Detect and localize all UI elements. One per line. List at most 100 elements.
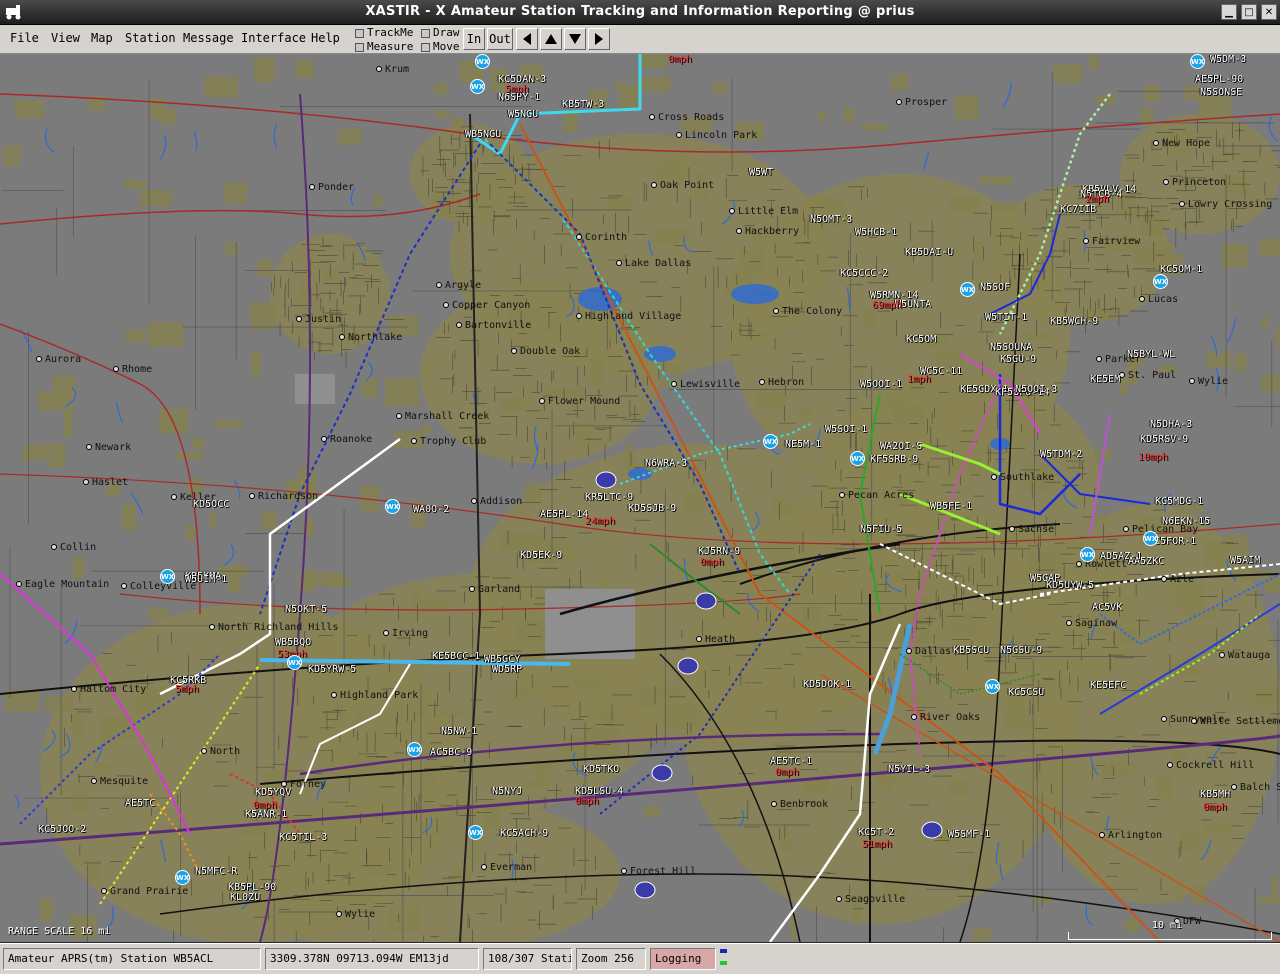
speed-label[interactable]: 0mph — [775, 767, 799, 778]
station-label[interactable]: W5NGU — [508, 109, 538, 120]
pan-down-button[interactable] — [564, 28, 586, 50]
weather-station-icon[interactable]: WX — [470, 79, 485, 94]
speed-label[interactable]: 0mph — [700, 557, 724, 568]
town-label[interactable]: Collin — [60, 542, 96, 553]
station-label[interactable]: KD5TKO — [583, 764, 619, 775]
station-label[interactable]: N5OKT-5 — [285, 604, 327, 615]
station-label[interactable]: W5OOI-1 — [860, 379, 902, 390]
station-label[interactable]: WB5GCY — [484, 654, 520, 665]
speed-label[interactable]: 51mph — [862, 839, 892, 850]
station-label[interactable]: KC5TIL-3 — [279, 832, 327, 843]
station-label[interactable]: N6WRA-3 — [645, 458, 687, 469]
station-label[interactable]: N5MFC-R — [195, 866, 237, 877]
close-button[interactable]: ✕ — [1261, 4, 1277, 20]
town-label[interactable]: Eagle Mountain — [25, 579, 109, 590]
speed-label[interactable]: 5mph — [175, 684, 199, 695]
minimize-button[interactable]: ▁ — [1221, 4, 1237, 20]
weather-station-icon[interactable]: WX — [385, 499, 400, 514]
town-label[interactable]: Justin — [305, 314, 341, 325]
station-label[interactable]: KE5EFC — [1090, 680, 1126, 691]
maximize-button[interactable]: □ — [1241, 4, 1257, 20]
weather-station-icon[interactable]: WX — [160, 569, 175, 584]
station-label[interactable]: KD5DOK-1 — [803, 679, 851, 690]
station-label[interactable]: W5WT — [749, 167, 773, 178]
speed-label[interactable]: 24mph — [585, 516, 615, 527]
move-checkbox[interactable] — [421, 42, 430, 52]
town-label[interactable]: The Colony — [782, 306, 842, 317]
station-label[interactable]: KB5MH — [1200, 789, 1230, 800]
station-label[interactable]: KD5EK-9 — [520, 550, 562, 561]
weather-station-icon[interactable]: WX — [850, 451, 865, 466]
town-label[interactable]: Saginaw — [1075, 618, 1117, 629]
station-label[interactable]: N5DHA-3 — [1150, 419, 1192, 430]
weather-station-icon[interactable]: WX — [960, 282, 975, 297]
town-label[interactable]: Lucas — [1148, 294, 1178, 305]
pan-left-button[interactable] — [516, 28, 538, 50]
town-label[interactable]: Cross Roads — [658, 112, 724, 123]
station-label[interactable]: KF5SRB-9 — [870, 454, 918, 465]
station-label[interactable]: KC5JOO-2 — [38, 824, 86, 835]
town-label[interactable]: Hackberry — [745, 226, 799, 237]
town-label[interactable]: Forest Hill — [630, 866, 696, 877]
menu-message[interactable]: Message — [183, 31, 234, 45]
weather-station-icon[interactable]: WX — [1080, 547, 1095, 562]
town-label[interactable]: Highland Park — [340, 690, 418, 701]
station-label[interactable]: W5UIM-1 — [185, 574, 227, 585]
town-label[interactable]: Lowry Crossing — [1188, 199, 1272, 210]
station-label[interactable]: WB5FE-1 — [930, 501, 972, 512]
town-label[interactable]: White Settlement — [1200, 716, 1280, 727]
town-label[interactable]: Flower Mound — [548, 396, 620, 407]
town-label[interactable]: Corinth — [585, 232, 627, 243]
station-label[interactable]: KB5TW-3 — [562, 99, 604, 110]
trackme-checkbox[interactable] — [355, 28, 364, 38]
move-toggle[interactable]: Move — [421, 40, 460, 53]
station-label[interactable]: N5OMT-3 — [810, 214, 852, 225]
station-label[interactable]: AE5TC-1 — [770, 756, 812, 767]
town-label[interactable]: Lincoln Park — [685, 130, 757, 141]
weather-station-icon[interactable]: WX — [287, 655, 302, 670]
town-label[interactable]: Richardson — [258, 491, 318, 502]
town-label[interactable]: Little Elm — [738, 206, 798, 217]
station-label[interactable]: W5HCB-1 — [855, 227, 897, 238]
station-label[interactable]: KC5OM — [906, 334, 936, 345]
town-label[interactable]: Everman — [490, 862, 532, 873]
station-label[interactable]: W5TIT-1 — [985, 312, 1027, 323]
station-label[interactable]: N5SOF — [980, 282, 1010, 293]
station-label[interactable]: KB5SCU — [953, 645, 989, 656]
weather-station-icon[interactable]: WX — [1153, 274, 1168, 289]
zoom-in-button[interactable]: In — [463, 28, 485, 50]
town-label[interactable]: Benbrook — [780, 799, 828, 810]
station-label[interactable]: N6EKN-15 — [1162, 516, 1210, 527]
speed-label[interactable]: 0mph — [575, 796, 599, 807]
station-label[interactable]: KC5OM-1 — [1160, 264, 1202, 275]
town-label[interactable]: Forney — [290, 779, 326, 790]
menu-station[interactable]: Station — [125, 31, 176, 45]
station-label[interactable]: WB5NGU — [465, 129, 501, 140]
speed-label[interactable]: 69mph — [872, 300, 902, 311]
station-label[interactable]: AC5BC-9 — [430, 747, 472, 758]
map-canvas[interactable]: Krum Cross Roads Lincoln Park Prosper New Ho… — [0, 54, 1280, 942]
station-label[interactable]: KC7IIB — [1060, 204, 1096, 215]
weather-station-icon[interactable]: WX — [175, 870, 190, 885]
station-label[interactable]: N5NYJ — [492, 786, 522, 797]
town-label[interactable]: North Richland Hills — [218, 622, 338, 633]
town-label[interactable]: DFW — [1183, 916, 1201, 927]
town-label[interactable]: Lake Dallas — [625, 258, 691, 269]
town-label[interactable]: Wylie — [345, 909, 375, 920]
town-label[interactable]: Balch Springs — [1240, 782, 1280, 793]
station-label[interactable]: KJ5RN-9 — [698, 546, 740, 557]
town-label[interactable]: Argyle — [445, 280, 481, 291]
town-label[interactable]: Pecan Acres — [848, 490, 914, 501]
station-label[interactable]: KC5T-2 — [858, 827, 894, 838]
town-label[interactable]: Addison — [480, 496, 522, 507]
town-label[interactable]: Arlington — [1108, 830, 1162, 841]
station-label[interactable]: N5FIU-5 — [860, 524, 902, 535]
town-label[interactable]: Prosper — [905, 97, 947, 108]
station-label[interactable]: KC5CSU — [1008, 687, 1044, 698]
station-label[interactable]: W5DM-3 — [1210, 54, 1246, 65]
town-label[interactable]: Ponder — [318, 182, 354, 193]
station-label[interactable]: AA5ZKC — [1128, 556, 1164, 567]
town-label[interactable]: Cockrell Hill — [1176, 760, 1254, 771]
town-label[interactable]: Highland Village — [585, 311, 681, 322]
station-label[interactable]: N5BYL-WL — [1127, 349, 1175, 360]
